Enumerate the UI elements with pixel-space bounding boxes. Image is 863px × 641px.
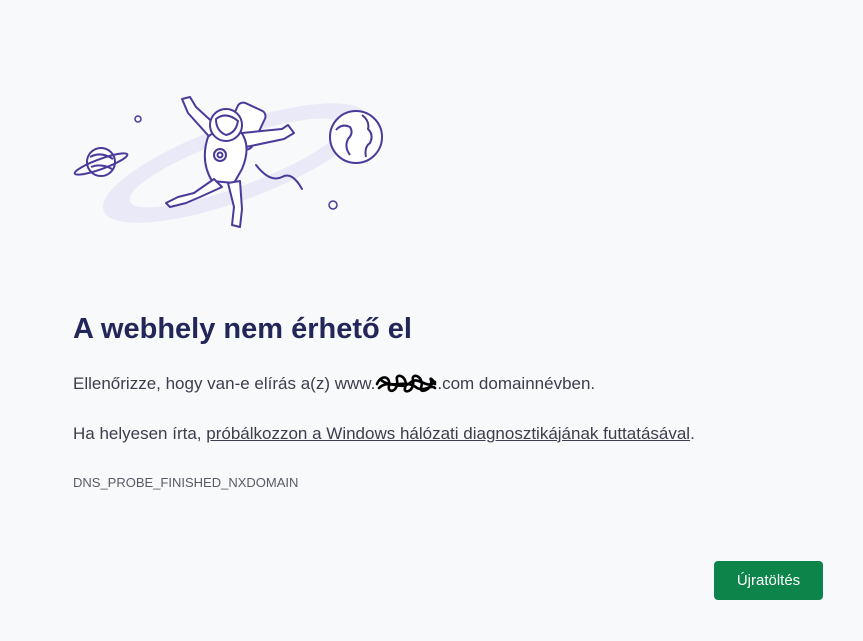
astronaut-illustration [73,96,383,228]
reload-button[interactable]: Újratöltés [714,561,823,600]
typo-check-message: Ellenőrizze, hogy van-e elírás a(z) www.… [73,374,595,394]
typo-check-prefix: Ellenőrizze, hogy van-e elírás a(z) www. [73,374,376,393]
redaction-scribble-icon [376,374,437,393]
hint-suffix: . [690,424,695,443]
globe-icon [329,110,383,164]
star-dot-icon [328,200,338,210]
star-dot-icon [134,115,142,123]
error-code: DNS_PROBE_FINISHED_NXDOMAIN [73,475,299,490]
ringed-planet-icon [73,147,129,177]
diagnostics-hint: Ha helyesen írta, próbálkozzon a Windows… [73,424,695,444]
hint-prefix: Ha helyesen írta, [73,424,207,443]
typo-check-suffix: .com domainnévben. [437,374,596,393]
error-title: A webhely nem érhető el [73,313,412,345]
run-diagnostics-link[interactable]: próbálkozzon a Windows hálózati diagnosz… [206,424,690,443]
